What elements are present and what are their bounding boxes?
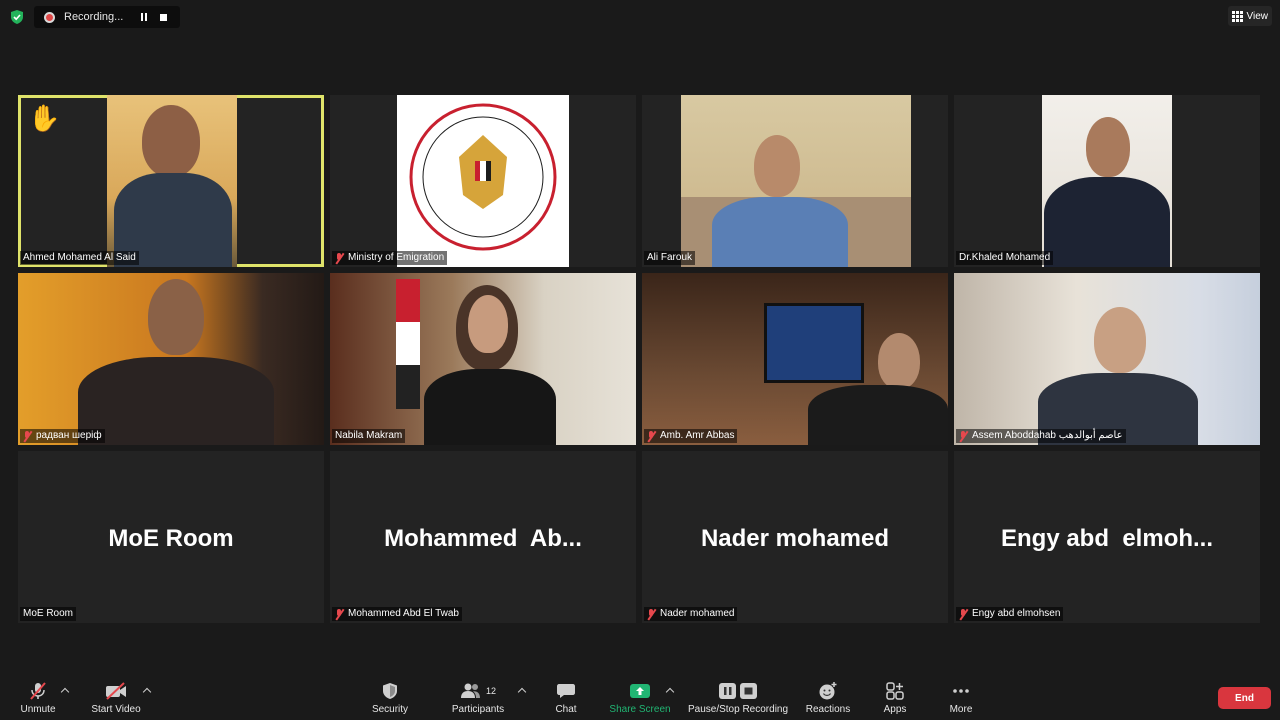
participant-name-label: Ali Farouk: [644, 251, 696, 265]
stop-icon: [159, 13, 167, 21]
security-shield-icon: [381, 680, 399, 702]
stop-recording-button[interactable]: [156, 10, 170, 24]
video-tile[interactable]: Nabila Makram: [330, 273, 636, 445]
video-tile[interactable]: MoE Room MoE Room: [18, 451, 324, 623]
video-tile[interactable]: Assem Aboddahab عاصم أبوالدهب: [954, 273, 1260, 445]
participant-name-label: Ministry of Emigration: [332, 251, 448, 265]
reactions-label: Reactions: [805, 704, 851, 715]
encryption-shield-icon[interactable]: [9, 9, 25, 25]
ministry-logo-image: [397, 95, 569, 267]
mic-muted-icon: [959, 430, 968, 442]
chat-bubble-icon: [556, 680, 576, 702]
video-tile[interactable]: Ministry of Emigration: [330, 95, 636, 267]
recording-dot-icon: [44, 11, 55, 23]
participant-display-name: MoE Room: [108, 525, 234, 552]
participants-label: Participants: [451, 704, 505, 715]
participant-body: [808, 385, 948, 445]
meeting-window: { "recording": { "status": "Recording...…: [0, 0, 1280, 720]
video-tile[interactable]: Dr.Khaled Mohamed: [954, 95, 1260, 267]
participants-count: 12: [485, 686, 496, 696]
video-tile[interactable]: Amb. Amr Abbas: [642, 273, 948, 445]
video-tile[interactable]: Ali Farouk: [642, 95, 948, 267]
more-button[interactable]: More: [921, 680, 1001, 718]
participant-face: [148, 279, 204, 355]
apps-icon: [885, 680, 905, 702]
video-tile[interactable]: ✋ Ahmed Mohamed Al Said: [18, 95, 324, 267]
mic-muted-icon: [23, 430, 32, 442]
participant-body: [1044, 177, 1170, 267]
more-label: More: [949, 704, 973, 715]
share-screen-label: Share Screen: [609, 704, 671, 715]
participant-face: [1086, 117, 1130, 177]
raised-hand-icon: ✋: [28, 103, 61, 133]
participant-name-label: MoE Room: [20, 607, 77, 621]
audio-options-caret[interactable]: [60, 686, 70, 696]
mic-muted-icon: [335, 252, 344, 264]
participant-face: [1094, 307, 1146, 373]
chat-button[interactable]: Chat: [526, 680, 606, 718]
participants-icon: 12: [460, 680, 496, 702]
video-tile[interactable]: Engy abd elmoh... Engy abd elmohsen: [954, 451, 1260, 623]
participant-name-label: Assem Aboddahab عاصم أبوالدهب: [956, 429, 1126, 443]
participant-body: [712, 197, 848, 267]
participant-face: [468, 295, 508, 353]
participant-name-label: Amb. Amr Abbas: [644, 429, 738, 443]
participant-face: [878, 333, 920, 389]
flag: [396, 279, 420, 409]
participants-button[interactable]: 12 Participants: [438, 680, 518, 718]
participant-name-label: радван шеріф: [20, 429, 105, 443]
mic-muted-icon: [959, 608, 968, 620]
participant-body: [424, 369, 556, 445]
video-off-icon: [104, 680, 128, 702]
participant-face: [754, 135, 800, 197]
pause-icon: [141, 13, 147, 21]
view-button[interactable]: View: [1227, 6, 1272, 26]
start-video-label: Start Video: [91, 704, 141, 715]
pause-stop-recording-label: Pause/Stop Recording: [687, 704, 789, 715]
video-tile[interactable]: Mohammed Ab... Mohammed Abd El Twab: [330, 451, 636, 623]
more-dots-icon: [951, 680, 971, 702]
participant-name-label: Engy abd elmohsen: [956, 607, 1064, 621]
reactions-smiley-icon: [818, 680, 838, 702]
participant-name-label: Nader mohamed: [644, 607, 738, 621]
grid-view-icon: [1231, 10, 1243, 22]
participant-display-name: Engy abd elmoh...: [1000, 525, 1214, 552]
pause-stop-recording-button[interactable]: Pause/Stop Recording: [688, 680, 788, 718]
mic-muted-icon: [647, 430, 656, 442]
participant-display-name: Mohammed Ab...: [384, 525, 582, 552]
recording-status: Recording...: [64, 11, 124, 23]
participant-name-label: Dr.Khaled Mohamed: [956, 251, 1054, 265]
apps-label: Apps: [883, 704, 907, 715]
participant-name-label: Nabila Makram: [332, 429, 406, 443]
end-meeting-button[interactable]: End: [1218, 687, 1271, 709]
mic-muted-icon: [647, 608, 656, 620]
mic-muted-icon: [335, 608, 344, 620]
video-tile[interactable]: радван шеріф: [18, 273, 324, 445]
video-tile[interactable]: Nader mohamed Nader mohamed: [642, 451, 948, 623]
view-label: View: [1246, 10, 1269, 22]
ministry-seal-icon: [409, 103, 557, 251]
participant-display-name: Nader mohamed: [700, 525, 890, 552]
chat-label: Chat: [555, 704, 577, 715]
share-screen-icon: [629, 680, 651, 702]
security-button[interactable]: Security: [350, 680, 430, 718]
participant-face: [142, 105, 200, 177]
security-label: Security: [371, 704, 409, 715]
mic-off-icon: [28, 680, 48, 702]
video-options-caret[interactable]: [142, 686, 152, 696]
wall-screen: [764, 303, 864, 383]
participant-body: [78, 357, 274, 445]
pause-stop-recording-icon: [718, 680, 758, 702]
share-screen-options-caret[interactable]: [665, 686, 675, 696]
participant-name-label: Mohammed Abd El Twab: [332, 607, 462, 621]
pause-recording-button[interactable]: [137, 10, 151, 24]
recording-indicator: Recording...: [34, 6, 180, 28]
unmute-label: Unmute: [20, 704, 56, 715]
participant-name-label: Ahmed Mohamed Al Said: [20, 251, 139, 265]
